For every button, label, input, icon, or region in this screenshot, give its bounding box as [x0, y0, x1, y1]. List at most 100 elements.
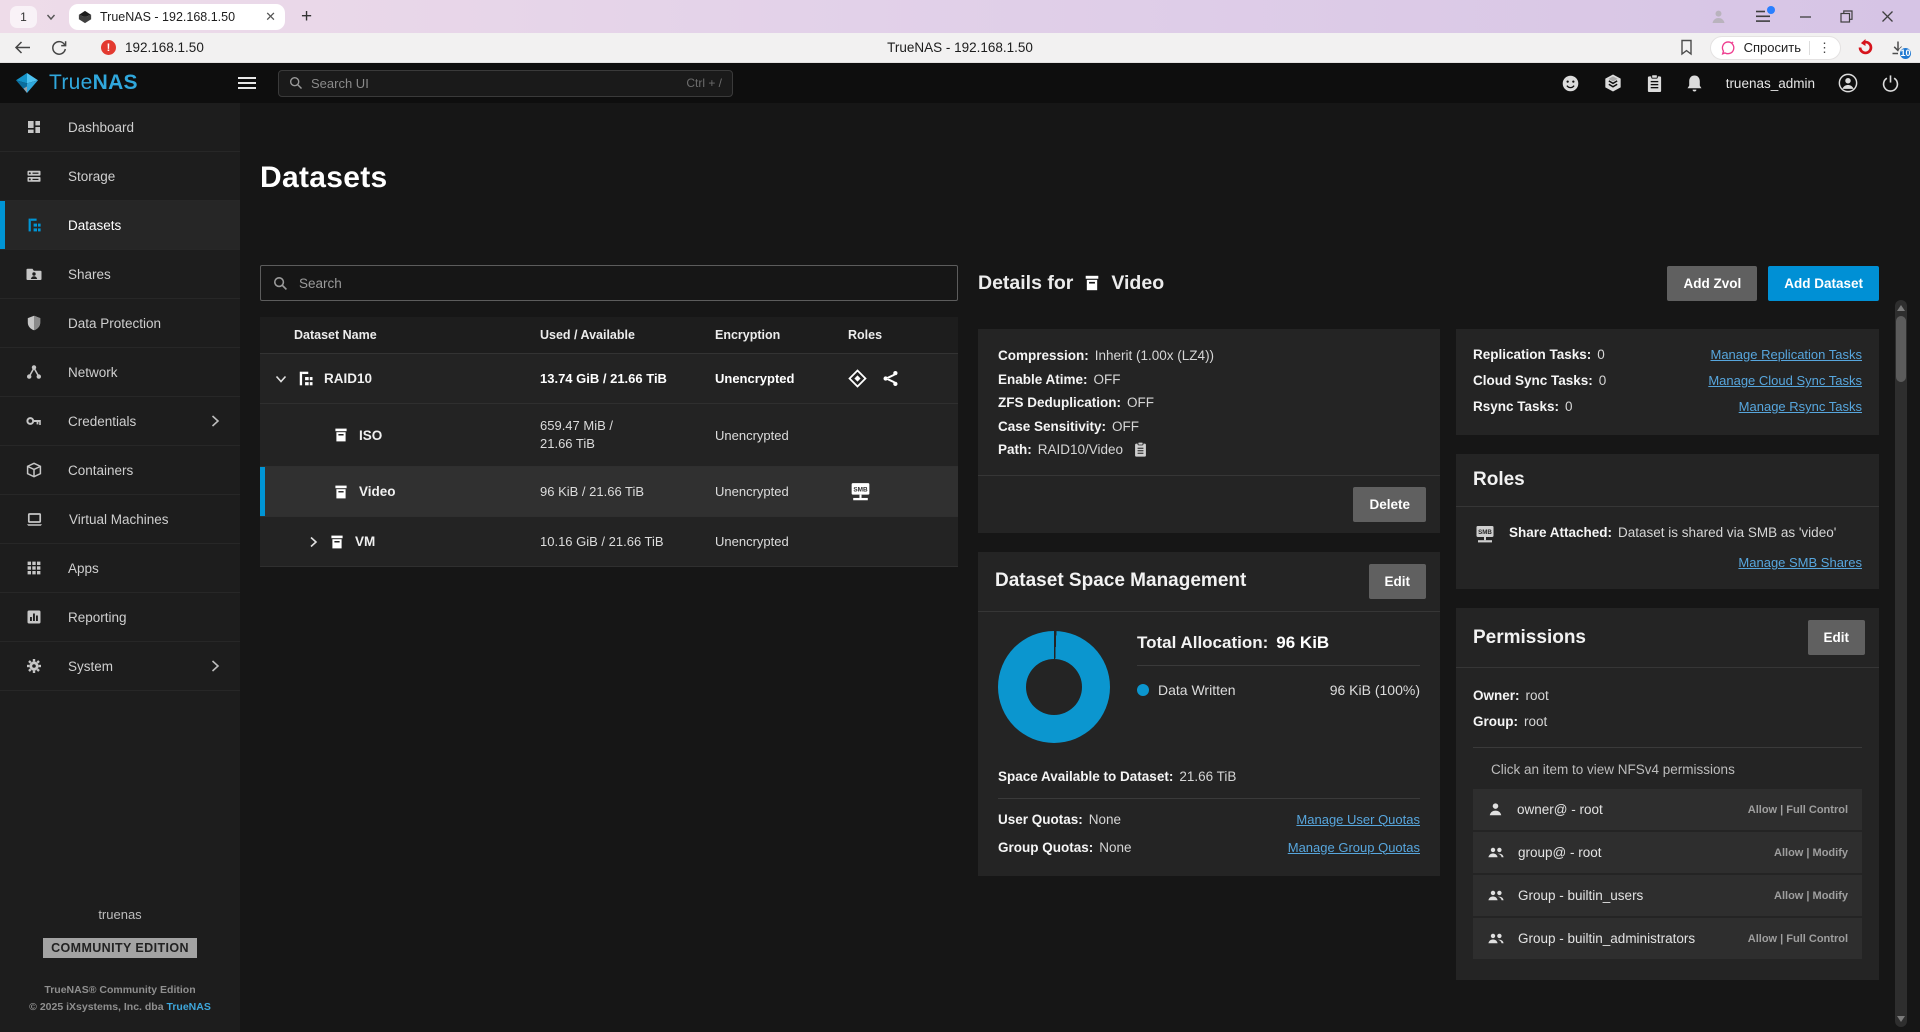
power-icon[interactable]	[1881, 74, 1900, 93]
manage-user-quotas-link[interactable]: Manage User Quotas	[1296, 812, 1420, 827]
prop-value: OFF	[1112, 415, 1139, 439]
sidebar-item-dashboard[interactable]: Dashboard	[0, 103, 240, 152]
pool-tree-icon	[297, 370, 314, 387]
refresh-icon[interactable]	[51, 40, 67, 56]
address-bar[interactable]: ! 192.168.1.50	[101, 40, 204, 55]
permission-entry-group[interactable]: group@ - root Allow | Modify	[1473, 832, 1862, 873]
chevron-right-icon[interactable]	[306, 535, 320, 549]
permission-entry-builtin-administrators[interactable]: Group - builtin_administrators Allow | F…	[1473, 918, 1862, 959]
table-header: Dataset Name Used / Available Encryption…	[260, 317, 958, 354]
extension-icon[interactable]	[1857, 39, 1874, 56]
sidebar-item-virtual-machines[interactable]: Virtual Machines	[0, 495, 240, 544]
manage-rsync-tasks-link[interactable]: Manage Rsync Tasks	[1739, 394, 1862, 420]
share-attached-row: SMB Share Attached:Dataset is shared via…	[1473, 522, 1862, 546]
sidebar-item-label: Virtual Machines	[69, 512, 169, 527]
dataset-name: VM	[355, 534, 375, 549]
feedback-smiley-icon[interactable]	[1561, 74, 1580, 93]
permissions-edit-button[interactable]: Edit	[1808, 620, 1866, 655]
space-management-card: Dataset Space Management Edit Total Allo…	[978, 552, 1440, 876]
sidebar-item-containers[interactable]: Containers	[0, 446, 240, 495]
sidebar-item-network[interactable]: Network	[0, 348, 240, 397]
details-dataset-name: Video	[1111, 272, 1164, 295]
scroll-up-icon[interactable]	[1897, 305, 1905, 311]
window-close-icon[interactable]	[1881, 10, 1894, 23]
details-scrollbar[interactable]	[1895, 300, 1907, 1027]
delete-button[interactable]: Delete	[1353, 487, 1426, 522]
sidebar-item-data-protection[interactable]: Data Protection	[0, 299, 240, 348]
tab-title: TrueNAS - 192.168.1.50	[100, 10, 257, 24]
sidebar-item-system[interactable]: System	[0, 642, 240, 691]
chevron-down-icon[interactable]	[274, 372, 288, 386]
ask-ai-menu-icon[interactable]: ⋮	[1818, 40, 1831, 56]
group-row: Group:root	[1473, 709, 1862, 735]
new-tab-button[interactable]: +	[301, 6, 312, 28]
sidebar-item-datasets[interactable]: Datasets	[0, 201, 240, 250]
not-secure-icon[interactable]: !	[101, 40, 116, 55]
table-row-vm[interactable]: VM 10.16 GiB / 21.66 TiB Unencrypted	[260, 517, 958, 567]
chevron-right-icon	[211, 660, 220, 672]
add-dataset-button[interactable]: Add Dataset	[1768, 266, 1879, 301]
jobs-clipboard-icon[interactable]	[1646, 74, 1663, 93]
sidenav-toggle-icon[interactable]	[238, 77, 256, 89]
used-available: 13.74 GiB / 21.66 TiB	[540, 370, 715, 388]
back-icon[interactable]	[14, 40, 31, 55]
downloads-button[interactable]: 10	[1890, 40, 1906, 56]
window-minimize-icon[interactable]	[1799, 10, 1812, 23]
roles-card-title: Roles	[1473, 469, 1525, 491]
browser-profile-icon[interactable]	[1710, 8, 1727, 25]
bookmark-icon[interactable]	[1679, 39, 1694, 56]
tab-counter[interactable]: 1	[10, 6, 37, 28]
sidebar-item-shares[interactable]: Shares	[0, 250, 240, 299]
global-search-input[interactable]	[311, 76, 678, 91]
details-title: Details for Video	[978, 272, 1164, 295]
space-edit-button[interactable]: Edit	[1369, 564, 1427, 599]
key-icon	[26, 413, 42, 429]
dataset-search[interactable]	[260, 265, 958, 301]
sidebar-item-reporting[interactable]: Reporting	[0, 593, 240, 642]
sidebar: Dashboard Storage Datasets Shares Data P…	[0, 103, 240, 1032]
user-avatar-icon[interactable]	[1838, 73, 1858, 93]
svg-text:SMB: SMB	[1478, 529, 1492, 536]
manage-cloud-sync-tasks-link[interactable]: Manage Cloud Sync Tasks	[1708, 368, 1862, 394]
alerts-bell-icon[interactable]	[1686, 74, 1703, 93]
table-row-video[interactable]: Video 96 KiB / 21.66 TiB Unencrypted SMB	[260, 467, 958, 517]
url-text[interactable]: 192.168.1.50	[125, 40, 204, 55]
global-search[interactable]: Ctrl + /	[278, 70, 733, 97]
copy-path-icon[interactable]	[1133, 441, 1148, 458]
table-row-raid10[interactable]: RAID10 13.74 GiB / 21.66 TiB Unencrypted	[260, 354, 958, 404]
window-restore-icon[interactable]	[1840, 10, 1853, 23]
svg-text:SMB: SMB	[853, 486, 868, 493]
permission-entry-owner[interactable]: owner@ - root Allow | Full Control	[1473, 789, 1862, 830]
total-allocation: Total Allocation:96 KiB	[1137, 633, 1420, 666]
search-icon	[289, 76, 303, 90]
column-used-available: Used / Available	[540, 328, 715, 342]
username-label: truenas_admin	[1726, 76, 1815, 91]
add-zvol-button[interactable]: Add Zvol	[1667, 266, 1757, 301]
scrollbar-thumb[interactable]	[1896, 316, 1906, 382]
permission-entry-builtin-users[interactable]: Group - builtin_users Allow | Modify	[1473, 875, 1862, 916]
dataset-search-input[interactable]	[299, 276, 945, 291]
user-icon	[1487, 801, 1504, 818]
manage-group-quotas-link[interactable]: Manage Group Quotas	[1288, 840, 1420, 855]
ask-ai-button[interactable]: Спросить ⋮	[1710, 36, 1841, 60]
truenas-stack-icon[interactable]	[1603, 73, 1623, 93]
table-row-iso[interactable]: ISO 659.47 MiB /21.66 TiB Unencrypted	[260, 404, 958, 467]
browser-menu-icon[interactable]	[1755, 10, 1771, 23]
sidebar-item-label: Reporting	[68, 610, 127, 625]
sidebar-item-storage[interactable]: Storage	[0, 152, 240, 201]
scroll-down-icon[interactable]	[1897, 1016, 1905, 1022]
ask-ai-label: Спросить	[1744, 40, 1801, 55]
prop-label: Path:	[998, 438, 1032, 462]
column-dataset-name: Dataset Name	[294, 328, 540, 342]
sidebar-item-credentials[interactable]: Credentials	[0, 397, 240, 446]
prop-label: ZFS Deduplication:	[998, 391, 1121, 415]
manage-replication-tasks-link[interactable]: Manage Replication Tasks	[1710, 342, 1862, 368]
sidebar-item-apps[interactable]: Apps	[0, 544, 240, 593]
manage-smb-shares-link[interactable]: Manage SMB Shares	[1738, 555, 1862, 570]
browser-tab[interactable]: TrueNAS - 192.168.1.50 ✕	[69, 4, 285, 30]
truenas-brand[interactable]: TrueNAS	[14, 71, 226, 95]
tab-list-chevron-icon[interactable]	[45, 11, 57, 23]
footer-truenas-link[interactable]: TrueNAS	[166, 1001, 210, 1013]
tab-close-icon[interactable]: ✕	[265, 9, 276, 25]
prop-label: Compression:	[998, 344, 1089, 368]
